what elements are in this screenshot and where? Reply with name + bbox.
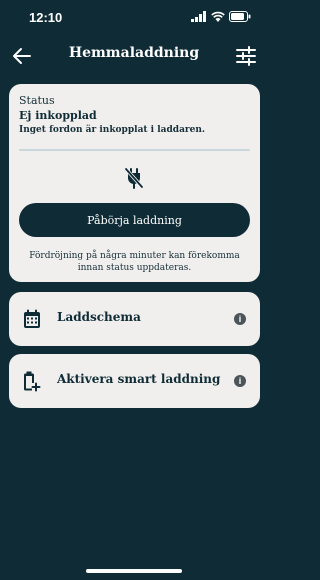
status-bar: 12:10	[0, 0, 268, 36]
status-delay-note: Fördröjning på några minuter kan förekom…	[29, 251, 240, 273]
calendar-icon	[22, 308, 42, 330]
header: Hemmaladdning	[0, 36, 268, 76]
signal-icon	[191, 11, 206, 22]
status-label: Status	[19, 94, 55, 107]
option-label: Aktivera smart laddning	[57, 372, 221, 386]
settings-button[interactable]	[234, 44, 258, 68]
charging-schedule-card[interactable]: Laddschema i	[9, 292, 260, 346]
battery-plus-icon	[22, 370, 42, 392]
plug-unplugged-icon	[124, 167, 144, 189]
info-icon[interactable]: i	[234, 375, 246, 387]
status-value: Ej inkopplad	[19, 109, 97, 122]
charging-status-card: Status Ej inkopplad Inget fordon är inko…	[9, 84, 260, 282]
wifi-icon	[211, 11, 225, 22]
charging-progress-bar	[19, 149, 250, 151]
page-title: Hemmaladdning	[68, 45, 200, 61]
smart-charging-card[interactable]: Aktivera smart laddning i	[9, 354, 260, 408]
battery-icon	[229, 11, 251, 22]
start-charging-button[interactable]: Påbörja laddning	[19, 203, 250, 237]
home-indicator[interactable]	[86, 569, 182, 573]
status-icons	[191, 11, 251, 22]
status-time: 12:10	[29, 10, 63, 25]
sliders-icon	[236, 46, 256, 66]
option-label: Laddschema	[57, 310, 141, 324]
info-icon[interactable]: i	[234, 313, 246, 325]
status-description: Inget fordon är inkopplat i laddaren.	[19, 125, 206, 135]
